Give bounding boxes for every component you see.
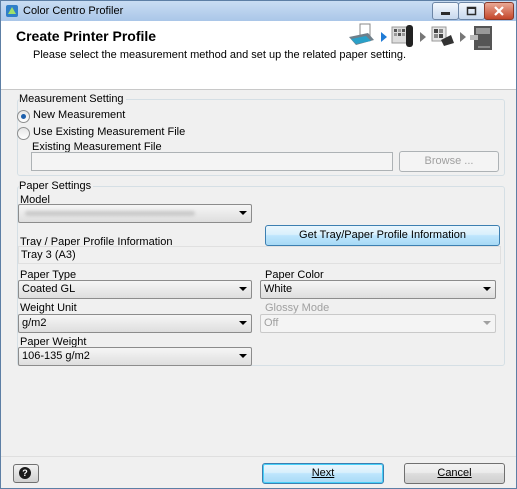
paper-weight-select[interactable]: 106-135 g/m2 — [18, 347, 252, 366]
step-arrow-icon — [420, 32, 426, 42]
step-arrow-icon — [381, 32, 387, 42]
chevron-down-icon — [239, 354, 247, 358]
get-tray-info-button[interactable]: Get Tray/Paper Profile Information — [265, 225, 500, 246]
minimize-button[interactable] — [432, 2, 459, 20]
paper-type-select[interactable]: Coated GL — [18, 280, 252, 299]
chevron-down-icon — [483, 287, 491, 291]
maximize-icon — [466, 6, 477, 16]
title-bar: Color Centro Profiler — [1, 1, 516, 21]
window-title: Color Centro Profiler — [23, 5, 124, 17]
paper-type-value: Coated GL — [22, 283, 76, 295]
tray-info-field: Tray 3 (A3) — [18, 246, 501, 264]
profiler-window: Color Centro Profiler Create Printer Pro… — [0, 0, 517, 489]
weight-unit-value: g/m2 — [22, 317, 47, 329]
close-button[interactable] — [484, 2, 514, 20]
existing-measurement-radio[interactable] — [17, 127, 30, 140]
cancel-button[interactable]: Cancel — [404, 463, 505, 484]
chevron-down-icon — [239, 211, 247, 215]
help-button[interactable]: ? — [13, 464, 39, 483]
model-select[interactable] — [18, 204, 252, 223]
close-icon — [494, 6, 504, 16]
wizard-steps — [349, 23, 492, 50]
cancel-button-label: Cancel — [437, 467, 472, 479]
measurement-setting-label: Measurement Setting — [19, 93, 126, 105]
measurement-device-icon — [391, 25, 413, 47]
help-icon: ? — [19, 467, 31, 479]
weight-unit-label: Weight Unit — [20, 302, 77, 314]
glossy-mode-label: Glossy Mode — [265, 302, 330, 314]
color-chart-icon — [431, 26, 454, 46]
glossy-mode-select[interactable]: Off — [260, 314, 496, 333]
radio-selected-dot — [21, 114, 26, 119]
paper-color-value: White — [264, 283, 293, 295]
glossy-mode-value: Off — [264, 317, 279, 329]
chevron-down-icon — [483, 321, 491, 325]
wizard-header: Create Printer Profile Please select the… — [1, 21, 516, 90]
next-button[interactable]: Next — [262, 463, 384, 484]
paper-weight-value: 106-135 g/m2 — [22, 350, 90, 362]
app-icon — [6, 5, 18, 17]
new-measurement-label[interactable]: New Measurement — [33, 109, 125, 121]
printer-paper-icon — [349, 23, 374, 45]
maximize-button[interactable] — [458, 2, 485, 20]
chevron-down-icon — [239, 287, 247, 291]
paper-color-select[interactable]: White — [260, 280, 496, 299]
footer-divider — [1, 456, 516, 457]
existing-measurement-label[interactable]: Use Existing Measurement File — [33, 126, 185, 138]
page-title: Create Printer Profile — [16, 28, 157, 44]
paper-settings-label: Paper Settings — [19, 180, 94, 192]
browse-button[interactable]: Browse ... — [399, 151, 499, 172]
minimize-icon — [441, 12, 450, 15]
tray-info-value: Tray 3 (A3) — [21, 249, 76, 261]
model-value-obscured — [25, 211, 195, 216]
existing-file-field — [31, 152, 393, 171]
step-arrow-icon — [460, 32, 466, 42]
output-printer-icon — [470, 26, 492, 50]
weight-unit-select[interactable]: g/m2 — [18, 314, 252, 333]
new-measurement-radio[interactable] — [17, 110, 30, 123]
chevron-down-icon — [239, 321, 247, 325]
next-button-label: Next — [311, 467, 335, 479]
